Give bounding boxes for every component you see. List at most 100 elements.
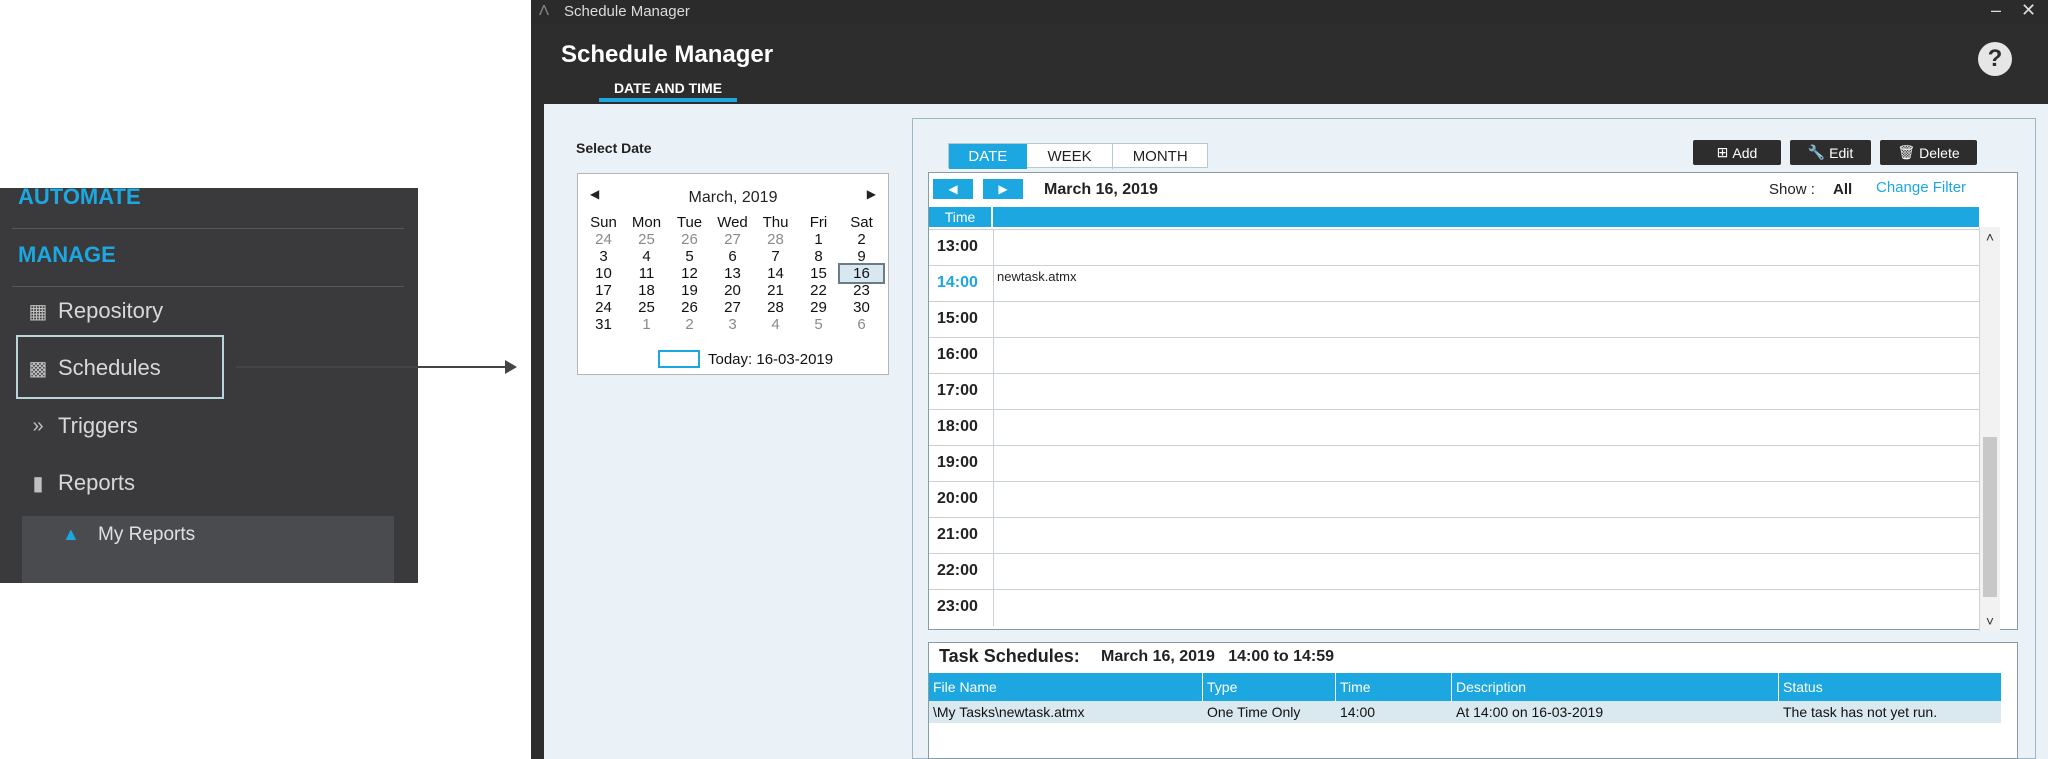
calendar-grid: Sun Mon Tue Wed Thu Fri Sat 24 25 26 27 28 1 2… (582, 214, 885, 333)
calendar-day[interactable]: 20 (711, 282, 754, 299)
calendar-day[interactable]: 22 (797, 282, 840, 299)
calendar-day[interactable]: 26 (668, 231, 711, 248)
hour-row[interactable]: 13:00 (929, 229, 1979, 266)
day-view-scrollbar[interactable]: ˄ ˅ (1979, 227, 2000, 631)
add-button[interactable]: ⊞ Add (1693, 140, 1781, 165)
calendar-day[interactable]: 1 (797, 231, 840, 248)
hour-label: 16:00 (937, 346, 978, 363)
calendar-day[interactable]: 24 (582, 299, 625, 316)
sidebar-item-label: Schedules (58, 355, 161, 380)
calendar-day[interactable]: 1 (625, 316, 668, 333)
calendar-day[interactable]: 4 (625, 248, 668, 265)
table-row[interactable]: \My Tasks\newtask.atmx One Time Only 14:… (929, 701, 2001, 723)
hour-divider (993, 518, 994, 554)
calendar-day[interactable]: 23 (840, 282, 883, 299)
calendar-day[interactable]: 16 (838, 263, 885, 284)
help-button[interactable]: ? (1978, 42, 2012, 76)
calendar-day[interactable]: 7 (754, 248, 797, 265)
calendar-day[interactable]: 5 (668, 248, 711, 265)
calendar-day[interactable]: 6 (711, 248, 754, 265)
scroll-up-icon[interactable]: ˄ (1980, 229, 2000, 245)
calendar-day[interactable]: 12 (668, 265, 711, 282)
hour-row[interactable]: 21:00 (929, 517, 1979, 554)
calendar-day[interactable]: 8 (797, 248, 840, 265)
tab-date[interactable]: DATE (949, 144, 1027, 169)
hour-row[interactable]: 15:00 (929, 301, 1979, 338)
add-button-label: Add (1732, 144, 1758, 161)
hour-row[interactable]: 22:00 (929, 553, 1979, 590)
sidebar-item-repository[interactable]: ▦ Repository (26, 298, 164, 324)
sidebar-heading-automate[interactable]: AUTOMATE (18, 184, 141, 210)
calendar-day[interactable]: 19 (668, 282, 711, 299)
calendar-day[interactable]: 4 (754, 316, 797, 333)
calendar-day[interactable]: 24 (582, 231, 625, 248)
calendar-day[interactable]: 13 (711, 265, 754, 282)
sidebar-heading-manage[interactable]: MANAGE (18, 242, 116, 268)
scheduled-task-entry[interactable]: newtask.atmx (997, 269, 1076, 284)
calendar-day[interactable]: 30 (840, 299, 883, 316)
calendar-day[interactable]: 10 (582, 265, 625, 282)
column-header-status[interactable]: Status (1779, 673, 2001, 701)
scroll-down-icon[interactable]: ˅ (1980, 613, 2000, 629)
calendar-day[interactable]: 31 (582, 316, 625, 333)
calendar-day[interactable]: 27 (711, 231, 754, 248)
calendar-day[interactable]: 15 (797, 265, 840, 282)
change-filter-link[interactable]: Change Filter (1876, 179, 1966, 196)
calendar-day[interactable]: 11 (625, 265, 668, 282)
column-header-description[interactable]: Description (1452, 673, 1779, 701)
next-day-button[interactable]: ▶ (983, 179, 1023, 199)
weekday-label: Mon (631, 214, 662, 231)
calendar-day[interactable]: 5 (797, 316, 840, 333)
calendar-day[interactable]: 18 (625, 282, 668, 299)
sidebar-item-schedules[interactable]: ▩ Schedules (26, 355, 161, 381)
calendar-day[interactable]: 14 (754, 265, 797, 282)
calendar-day[interactable]: 27 (711, 299, 754, 316)
hour-row[interactable]: 18:00 (929, 409, 1979, 446)
edit-button[interactable]: 🔧 Edit (1790, 140, 1871, 165)
scroll-thumb[interactable] (1983, 437, 1997, 597)
calendar-day[interactable]: 28 (754, 231, 797, 248)
calendar-day[interactable]: 25 (625, 299, 668, 316)
folder-open-icon: ▲ (62, 524, 80, 544)
calendar-day[interactable]: 28 (754, 299, 797, 316)
hour-row[interactable]: 20:00 (929, 481, 1979, 518)
minimize-icon[interactable]: – (1991, 0, 2001, 21)
today-indicator[interactable]: Today: 16-03-2019 (658, 350, 833, 368)
calendar-day[interactable]: 9 (840, 248, 883, 265)
close-icon[interactable]: ✕ (2021, 0, 2036, 21)
hour-label: 13:00 (937, 238, 978, 255)
calendar-day[interactable]: 3 (582, 248, 625, 265)
hour-row[interactable]: 23:00 (929, 589, 1979, 626)
prev-day-button[interactable]: ◀ (933, 179, 973, 199)
tab-date-and-time[interactable]: DATE AND TIME (599, 80, 737, 102)
sidebar-subitem-my-reports[interactable]: ▲ My Reports (22, 516, 394, 583)
calendar-day[interactable]: 17 (582, 282, 625, 299)
next-month-icon[interactable]: ▶ (867, 187, 876, 201)
column-header-file-name[interactable]: File Name (929, 673, 1203, 701)
hour-divider (993, 374, 994, 410)
show-label: Show : (1769, 181, 1815, 198)
column-header-time[interactable]: Time (1336, 673, 1452, 701)
hour-row[interactable]: 16:00 (929, 337, 1979, 374)
sidebar-panel: AUTOMATE MANAGE ▦ Repository ▩ Schedules… (0, 184, 418, 583)
today-label: Today: 16-03-2019 (708, 350, 834, 368)
calendar-day[interactable]: 21 (754, 282, 797, 299)
calendar-day[interactable]: 6 (840, 316, 883, 333)
hour-row[interactable]: 17:00 (929, 373, 1979, 410)
view-tabs: DATE WEEK MONTH (948, 143, 1208, 169)
calendar-day[interactable]: 2 (668, 316, 711, 333)
calendar-day[interactable]: 2 (840, 231, 883, 248)
sidebar-item-triggers[interactable]: » Triggers (26, 413, 137, 439)
calendar-day[interactable]: 25 (625, 231, 668, 248)
tab-month[interactable]: MONTH (1113, 144, 1207, 169)
calendar-day[interactable]: 26 (668, 299, 711, 316)
sidebar-item-reports[interactable]: ▮ Reports (26, 470, 135, 496)
calendar-day[interactable]: 29 (797, 299, 840, 316)
bar-chart-icon: ▮ (32, 472, 44, 495)
tab-week[interactable]: WEEK (1027, 144, 1114, 169)
hour-row[interactable]: 14:00 newtask.atmx (929, 265, 1979, 302)
delete-button[interactable]: 🗑 Delete (1880, 140, 1977, 165)
column-header-type[interactable]: Type (1203, 673, 1336, 701)
calendar-day[interactable]: 3 (711, 316, 754, 333)
hour-row[interactable]: 19:00 (929, 445, 1979, 482)
